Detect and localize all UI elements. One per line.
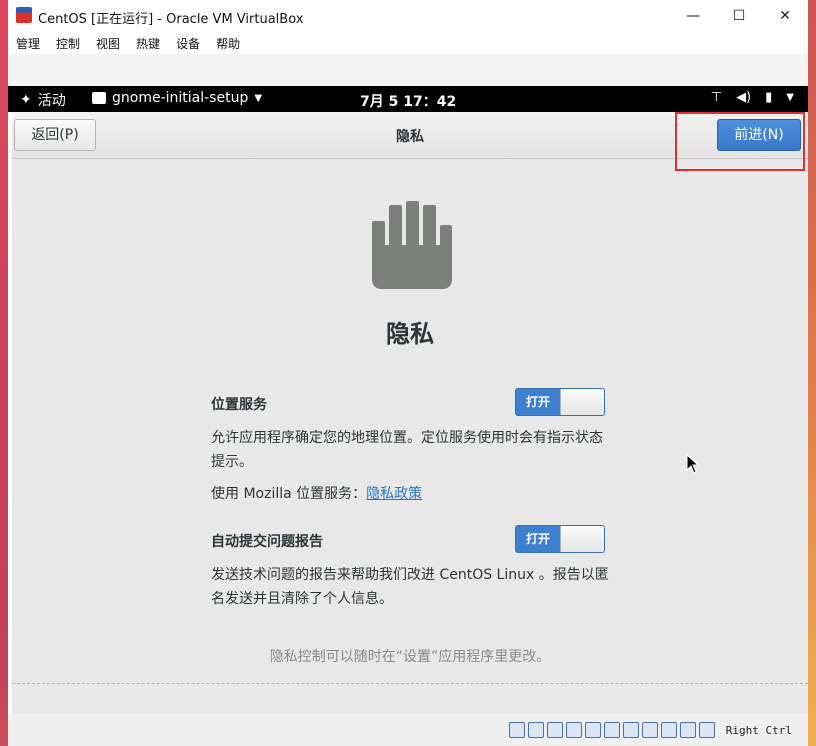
problem-report-description: 发送技术问题的报告来帮助我们改进 CentOS Linux 。报告以匿名发送并且…: [211, 567, 609, 607]
clock[interactable]: 7月 5 17：42: [360, 91, 456, 111]
close-button[interactable]: ✕: [762, 0, 808, 32]
network-icon[interactable]: [565, 722, 582, 738]
recording-icon[interactable]: [641, 722, 658, 738]
display-icon[interactable]: [622, 722, 639, 738]
chevron-down-icon: ▼: [786, 92, 794, 103]
switch-knob[interactable]: [560, 526, 604, 552]
optical-drive-icon[interactable]: [527, 722, 544, 738]
privacy-page: 隐私 位置服务 打开 允许应用程序确定您的地理位置。定位服务使用时会有指示状态提…: [12, 159, 808, 719]
problem-report-label: 自动提交问题报告: [211, 534, 323, 550]
app-menu-label: gnome-initial-setup: [112, 90, 249, 106]
menu-manage[interactable]: 管理: [8, 35, 48, 52]
switch-on-text: 打开: [525, 395, 550, 409]
privacy-footnote: 隐私控制可以随时在“设置”应用程序里更改。: [269, 649, 551, 665]
maximize-button[interactable]: ☐: [716, 0, 762, 32]
activities-button[interactable]: ✦ 活动: [20, 90, 66, 110]
mouse-pointer-icon: [686, 454, 700, 474]
switch-knob[interactable]: [560, 389, 604, 415]
privacy-policy-link[interactable]: 隐私政策: [366, 486, 422, 502]
location-services-description: 允许应用程序确定您的地理位置。定位服务使用时会有指示状态提示。: [211, 430, 603, 470]
minimize-button[interactable]: —: [670, 0, 716, 32]
setup-header-bar: 返回(P) 隐私 前进(N): [12, 112, 808, 159]
app-window-icon: [92, 92, 106, 104]
problem-report-switch[interactable]: 打开: [515, 525, 605, 553]
volume-icon: ◀): [736, 90, 752, 105]
menu-hotkey[interactable]: 热键: [128, 35, 168, 52]
app-menu[interactable]: gnome-initial-setup ▼: [92, 90, 262, 106]
system-tray[interactable]: ⊤ ◀) ▮ ▼: [711, 90, 794, 105]
keyboard-capture-icon[interactable]: [698, 722, 715, 738]
location-services-label: 位置服务: [211, 397, 267, 413]
menu-control[interactable]: 控制: [48, 35, 88, 52]
mozilla-location-line: 使用 Mozilla 位置服务：隐私政策: [211, 482, 611, 506]
menu-bar: 管理 控制 视图 热键 设备 帮助: [8, 32, 808, 54]
chevron-down-icon: ▼: [254, 92, 263, 104]
next-button[interactable]: 前进(N): [717, 119, 801, 151]
status-icons: Right Ctrl: [508, 722, 792, 738]
vm-status-bar: Right Ctrl: [8, 714, 808, 746]
virtualbox-icon: [16, 7, 32, 23]
cpu-icon[interactable]: [660, 722, 677, 738]
battery-icon: ▮: [765, 90, 773, 105]
virtualbox-window: CentOS [正在运行] - Oracle VM VirtualBox — ☐…: [8, 0, 808, 746]
mouse-integration-icon[interactable]: [679, 722, 696, 738]
activities-label: 活动: [37, 93, 66, 109]
hdd-icon[interactable]: [508, 722, 525, 738]
gnome-top-bar: ✦ 活动 gnome-initial-setup ▼ 7月 5 17：42 ⊤ …: [8, 86, 808, 112]
audio-icon[interactable]: [546, 722, 563, 738]
host-key-label: Right Ctrl: [725, 723, 792, 737]
page-title: 隐私: [386, 320, 434, 348]
window-title: CentOS [正在运行] - Oracle VM VirtualBox: [38, 12, 304, 27]
title-bar: CentOS [正在运行] - Oracle VM VirtualBox — ☐…: [8, 0, 808, 32]
divider: [12, 683, 808, 684]
network-icon: ⊤: [710, 90, 723, 105]
activities-icon: ✦: [20, 92, 32, 108]
header-title: 隐私: [396, 129, 424, 145]
usb-icon[interactable]: [584, 722, 601, 738]
location-services-switch[interactable]: 打开: [515, 388, 605, 416]
hand-privacy-icon: [372, 201, 452, 289]
menu-help[interactable]: 帮助: [208, 35, 248, 52]
menu-devices[interactable]: 设备: [168, 35, 208, 52]
menu-view[interactable]: 视图: [88, 35, 128, 52]
shared-folder-icon[interactable]: [603, 722, 620, 738]
vm-frame-spacer: [8, 54, 808, 86]
mozilla-location-text: 使用 Mozilla 位置服务：: [211, 486, 367, 502]
switch-on-text: 打开: [525, 532, 550, 546]
